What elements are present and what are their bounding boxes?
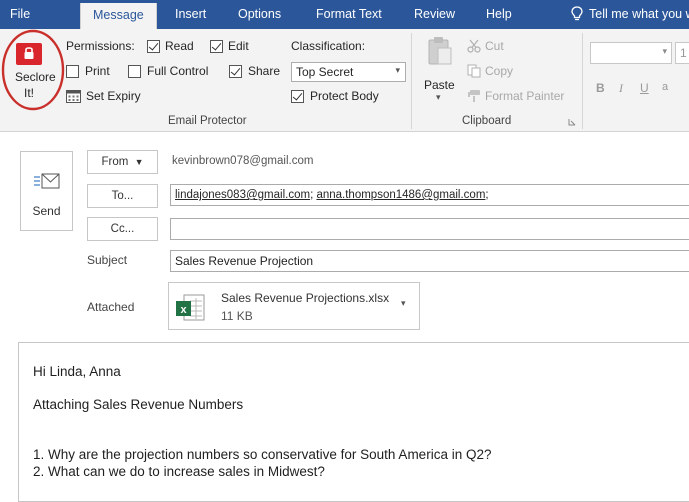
attachment-size: 11 KB: [221, 309, 253, 323]
print-checkbox[interactable]: [66, 65, 79, 78]
send-label: Send: [32, 204, 61, 218]
format-painter-icon: [468, 90, 480, 102]
body-question-2: 2. What can we do to increase sales in M…: [33, 464, 325, 479]
body-question-1: 1. Why are the projection numbers so con…: [33, 447, 492, 462]
chevron-down-icon: ▾: [395, 65, 400, 75]
bold-button[interactable]: B: [596, 81, 605, 95]
to-recipient-2[interactable]: anna.thompson1486@gmail.com: [316, 189, 485, 201]
font-size-select[interactable]: 1: [675, 42, 689, 64]
body-greeting: Hi Linda, Anna: [33, 364, 121, 379]
ribbon-tab-bar: File Message Insert Options Format Text …: [0, 0, 689, 30]
format-painter-button[interactable]: Format Painter: [485, 89, 564, 103]
paste-button[interactable]: Paste ▾: [420, 34, 462, 106]
svg-text:x: x: [180, 304, 187, 316]
chevron-down-icon[interactable]: ▾: [401, 298, 406, 309]
chevron-down-icon: ▾: [436, 92, 441, 102]
share-label: Share: [248, 64, 281, 78]
from-address: kevinbrown078@gmail.com: [172, 155, 314, 167]
ribbon: Seclore It! Permissions: Read Edit Print…: [0, 29, 689, 132]
lightbulb-icon: [571, 6, 583, 21]
tab-message[interactable]: Message: [80, 3, 157, 30]
calendar-icon: [66, 90, 81, 103]
cc-field[interactable]: [170, 218, 689, 240]
tab-file[interactable]: File: [10, 0, 30, 29]
email-protector-group-label: Email Protector: [168, 115, 247, 127]
edit-label: Edit: [228, 39, 249, 53]
to-separator: ;: [485, 189, 489, 201]
permissions-label: Permissions:: [66, 39, 135, 53]
tab-help[interactable]: Help: [486, 0, 512, 29]
from-button[interactable]: From ▼: [87, 150, 158, 174]
read-checkbox[interactable]: [147, 40, 160, 53]
cc-button[interactable]: Cc...: [87, 217, 158, 241]
tab-format-text[interactable]: Format Text: [316, 0, 382, 29]
send-icon: [34, 173, 60, 189]
set-expiry-button[interactable]: Set Expiry: [86, 89, 141, 103]
font-color-button[interactable]: a: [662, 81, 668, 93]
cut-button[interactable]: Cut: [485, 39, 504, 53]
dialog-launcher-icon[interactable]: [568, 118, 576, 126]
print-label: Print: [85, 64, 110, 78]
to-recipient-1[interactable]: lindajones083@gmail.com: [175, 189, 310, 201]
attachment-name: Sales Revenue Projections.xlsx: [221, 291, 390, 305]
tell-me-search[interactable]: Tell me what you wa: [589, 0, 689, 29]
share-checkbox[interactable]: [229, 65, 242, 78]
group-divider: [582, 33, 583, 129]
body-line-1: Attaching Sales Revenue Numbers: [33, 397, 244, 412]
subject-label: Subject: [87, 253, 128, 267]
full-control-checkbox[interactable]: [128, 65, 141, 78]
classification-value: Top Secret: [296, 65, 354, 79]
full-control-label: Full Control: [147, 64, 209, 78]
protect-body-checkbox[interactable]: [291, 90, 304, 103]
attachment-card[interactable]: x Sales Revenue Projections.xlsx 11 KB ▾: [168, 282, 420, 330]
chevron-down-icon: ▾: [662, 46, 667, 56]
send-button[interactable]: Send: [20, 151, 73, 231]
font-name-select[interactable]: ▾: [590, 42, 672, 64]
font-size-value: 1: [680, 46, 687, 60]
read-label: Read: [165, 39, 194, 53]
protect-body-label: Protect Body: [310, 89, 379, 103]
italic-button[interactable]: I: [619, 81, 623, 96]
clipboard-icon: [428, 37, 452, 65]
subject-field[interactable]: Sales Revenue Projection: [170, 250, 689, 272]
tab-insert[interactable]: Insert: [175, 0, 206, 29]
paste-label: Paste: [424, 78, 455, 92]
tab-review[interactable]: Review: [414, 0, 455, 29]
classification-label: Classification:: [291, 39, 366, 53]
attached-label: Attached: [87, 300, 135, 314]
highlight-circle: [1, 29, 65, 111]
group-divider: [411, 33, 412, 129]
scissors-icon: [467, 39, 481, 53]
to-button[interactable]: To...: [87, 184, 158, 208]
excel-file-icon: x: [176, 294, 205, 321]
from-button-label: From: [101, 156, 129, 168]
underline-button[interactable]: U: [640, 81, 649, 95]
chevron-down-icon: ▼: [134, 157, 144, 167]
edit-checkbox[interactable]: [210, 40, 223, 53]
clipboard-group-label: Clipboard: [462, 115, 512, 127]
classification-select[interactable]: Top Secret ▾: [291, 62, 406, 82]
copy-icon: [467, 64, 481, 78]
tab-options[interactable]: Options: [238, 0, 281, 29]
to-field[interactable]: lindajones083@gmail.com; anna.thompson14…: [170, 184, 689, 206]
copy-button[interactable]: Copy: [485, 64, 513, 78]
